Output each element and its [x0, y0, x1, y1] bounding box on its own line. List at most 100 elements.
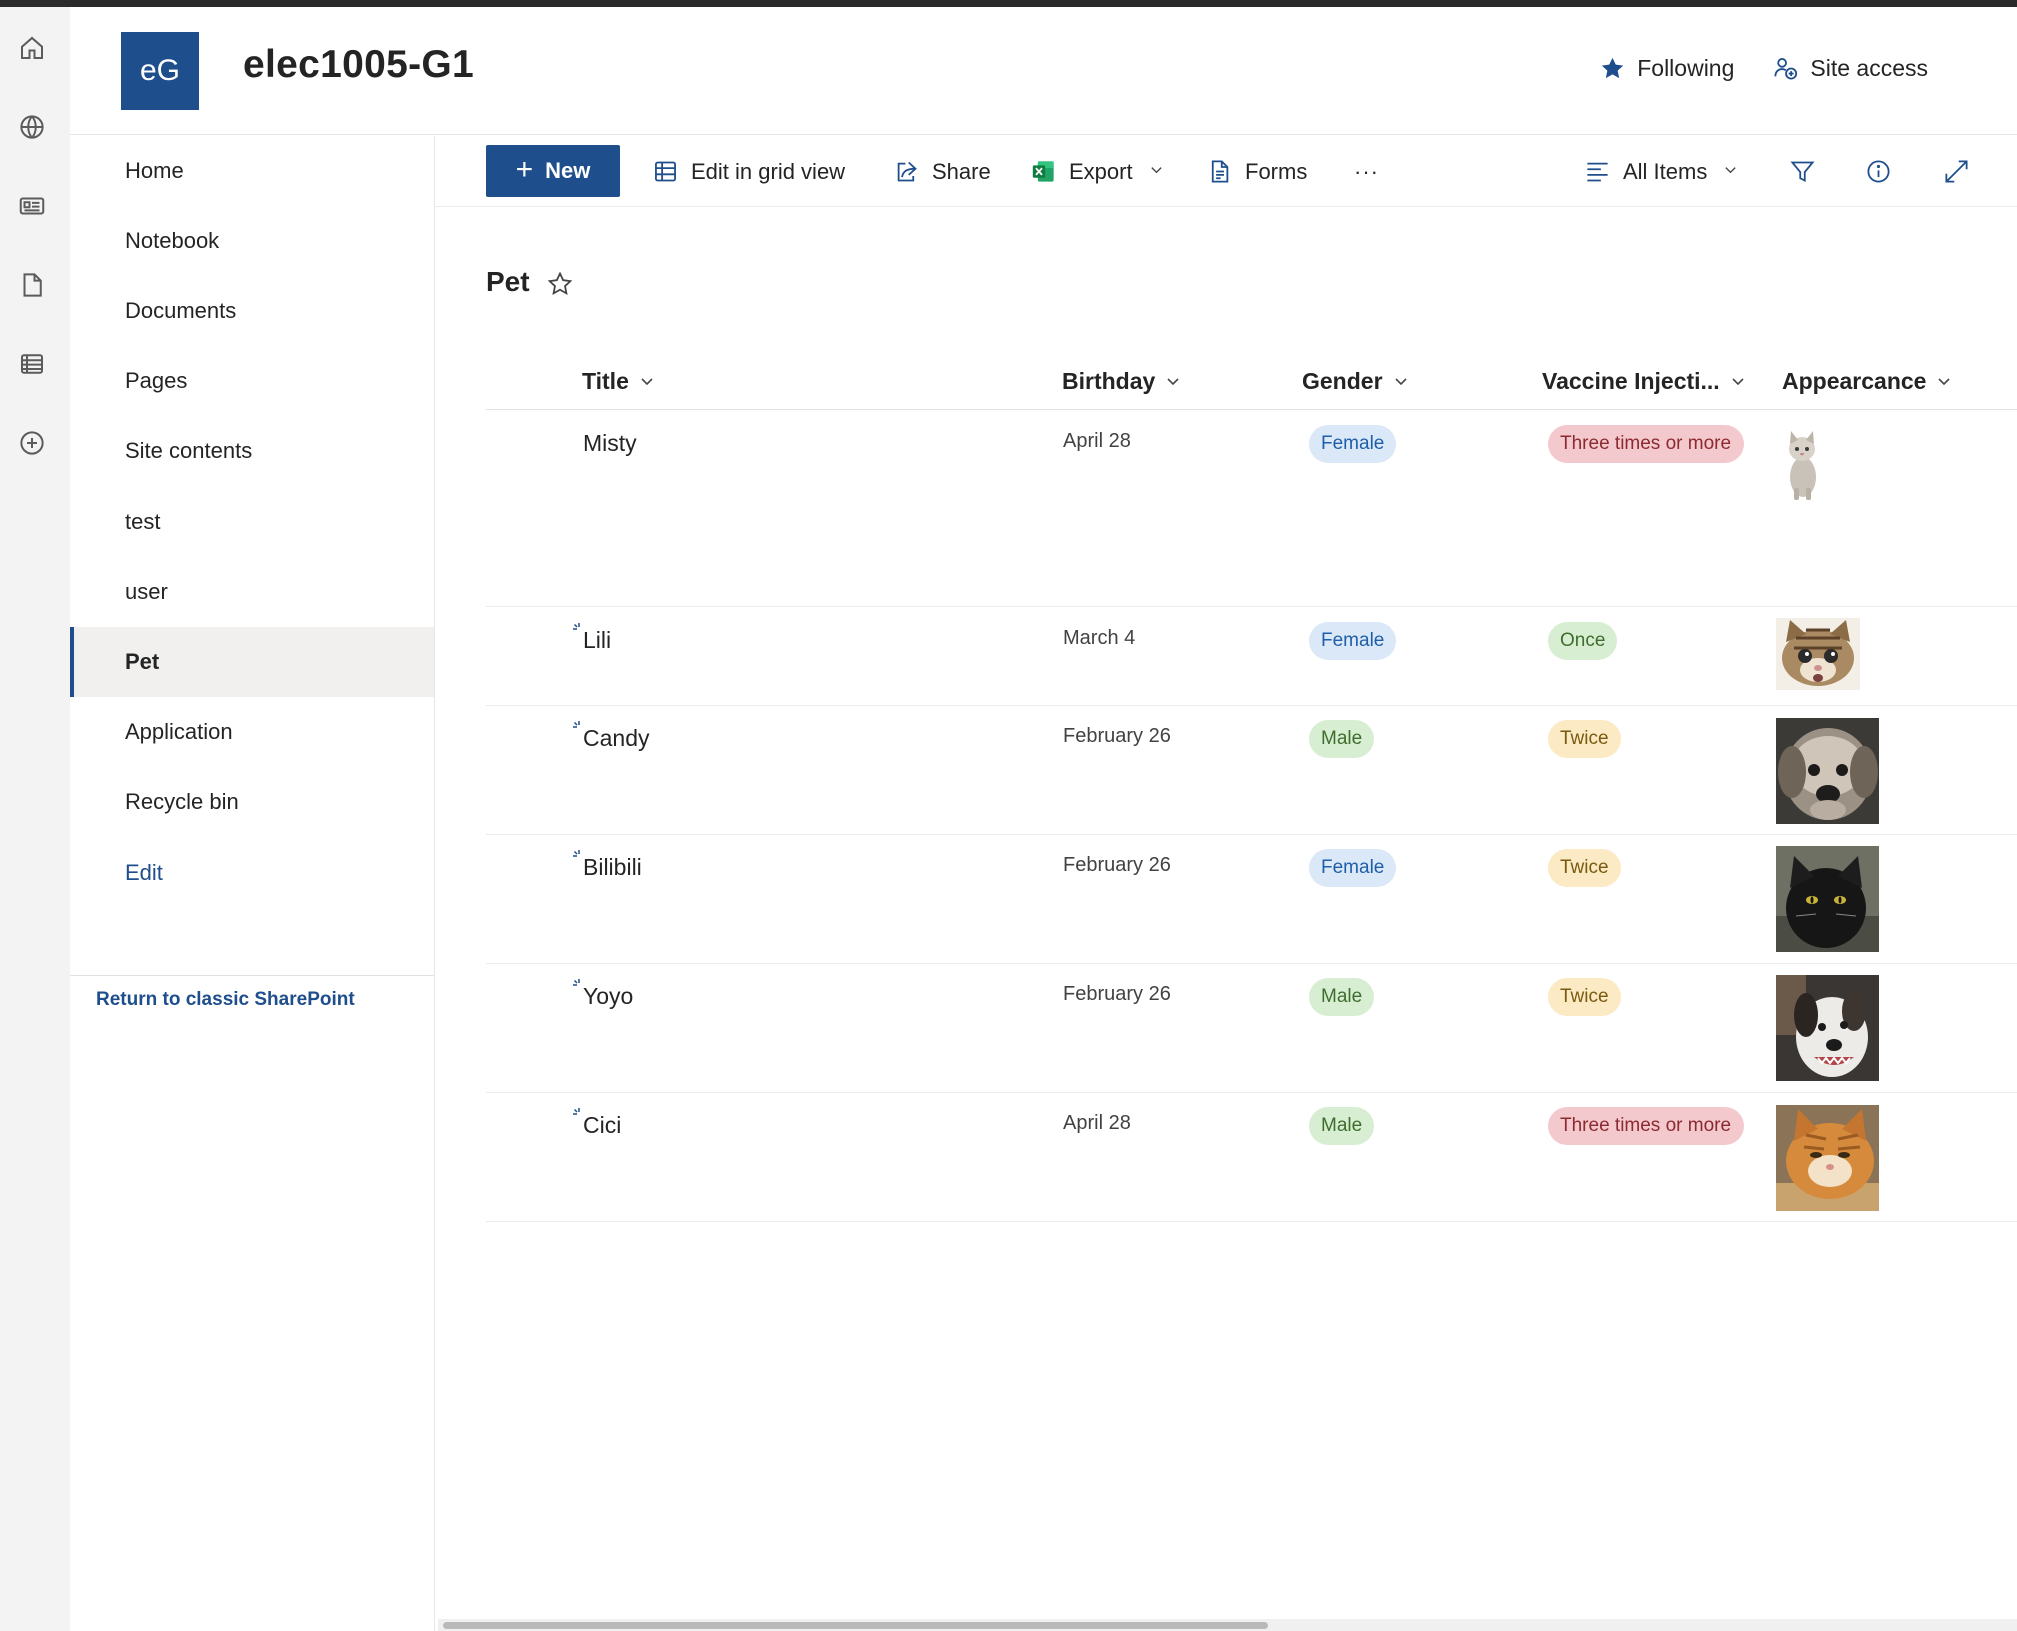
lists-icon[interactable] — [15, 347, 49, 381]
nav-item-documents[interactable]: Documents — [70, 276, 434, 346]
command-bar: + New Edit in grid view Share Export For… — [435, 136, 2017, 207]
nav-item-pages[interactable]: Pages — [70, 346, 434, 416]
edit-grid-view-button[interactable]: Edit in grid view — [652, 136, 845, 207]
site-logo[interactable]: eG — [121, 32, 199, 110]
nav-item-user[interactable]: user — [70, 557, 434, 627]
chevron-down-icon — [1723, 162, 1738, 182]
share-icon — [897, 161, 917, 182]
new-button[interactable]: + New — [486, 145, 620, 197]
row-title-link[interactable]: Bilibili — [583, 854, 642, 881]
create-plus-icon[interactable] — [15, 426, 49, 460]
tabby-kitten-photo[interactable] — [1776, 618, 1860, 690]
column-header-birthday[interactable]: Birthday — [1062, 360, 1181, 402]
row-birthday: April 28 — [1063, 430, 1131, 452]
news-icon[interactable] — [15, 189, 49, 223]
globe-icon[interactable] — [15, 110, 49, 144]
excel-icon — [1032, 161, 1054, 182]
row-birthday: February 26 — [1063, 725, 1171, 747]
vaccine-pill: Twice — [1548, 978, 1621, 1016]
forms-label: Forms — [1245, 158, 1308, 184]
column-birthday-label: Birthday — [1062, 367, 1156, 394]
star-outline-icon[interactable] — [546, 270, 574, 298]
expand-icon — [1945, 160, 1968, 183]
info-icon — [1867, 160, 1890, 183]
shaggy-dog-photo[interactable] — [1776, 718, 1879, 824]
following-label: Following — [1637, 55, 1735, 81]
chevron-down-icon — [1167, 378, 1179, 386]
expand-button[interactable] — [1943, 136, 1970, 207]
nav-item-recycle-bin[interactable]: Recycle bin — [70, 767, 434, 837]
following-button[interactable]: Following — [1599, 55, 1734, 82]
share-label: Share — [932, 158, 991, 184]
vaccine-pill: Three times or more — [1548, 425, 1744, 463]
table-row[interactable]: Yoyo February 26 Male Twice — [486, 964, 2017, 1093]
column-header-gender[interactable]: Gender — [1302, 360, 1409, 402]
view-list-icon — [1587, 162, 1608, 182]
table-row[interactable]: Lili March 4 Female Once — [486, 607, 2017, 706]
horizontal-scrollbar[interactable] — [438, 1619, 2017, 1631]
filter-button[interactable] — [1789, 136, 1816, 207]
view-selector[interactable]: All Items — [1584, 136, 1738, 207]
gender-pill: Female — [1309, 849, 1397, 887]
table-row[interactable]: Misty April 28 Female Three times or mor… — [486, 410, 2017, 607]
nav-item-site-contents[interactable]: Site contents — [70, 416, 434, 486]
row-title-link[interactable]: Misty — [583, 430, 637, 457]
more-options-button[interactable]: ··· — [1354, 136, 1379, 207]
nav-item-test[interactable]: test — [70, 487, 434, 557]
black-cat-photo[interactable] — [1776, 846, 1879, 952]
nav-item-home[interactable]: Home — [70, 136, 434, 206]
white-dog-photo[interactable] — [1776, 975, 1879, 1081]
gender-pill: Female — [1309, 622, 1397, 660]
row-title-link[interactable]: Yoyo — [583, 983, 633, 1010]
white-kitten-photo[interactable] — [1776, 422, 1826, 502]
left-navigation: Home Notebook Documents Pages Site conte… — [70, 136, 435, 1631]
column-vaccine-label: Vaccine Injecti... — [1542, 367, 1720, 394]
chevron-down-icon — [1732, 378, 1744, 386]
vaccine-pill: Twice — [1548, 720, 1621, 758]
row-title-link[interactable]: Candy — [583, 725, 649, 752]
site-title[interactable]: elec1005-G1 — [243, 43, 474, 87]
new-label: New — [545, 158, 591, 183]
column-header-title[interactable]: Title — [582, 360, 655, 402]
gender-pill: Male — [1309, 720, 1375, 758]
header-actions: Following Site access — [1599, 55, 1928, 82]
grid-icon — [655, 161, 676, 182]
gender-pill: Male — [1309, 978, 1375, 1016]
row-birthday: March 4 — [1063, 627, 1136, 649]
people-settings-icon — [1774, 58, 1798, 80]
nav-item-notebook[interactable]: Notebook — [70, 206, 434, 276]
export-button[interactable]: Export — [1030, 136, 1164, 207]
return-classic-link[interactable]: Return to classic SharePoint — [96, 989, 355, 1011]
export-label: Export — [1069, 158, 1133, 184]
table-row[interactable]: Bilibili February 26 Female Twice — [486, 835, 2017, 964]
scrollbar-thumb[interactable] — [443, 1622, 1268, 1629]
orange-cat-photo[interactable] — [1776, 1105, 1879, 1211]
document-icon[interactable] — [15, 268, 49, 302]
row-title-link[interactable]: Lili — [583, 627, 611, 654]
home-icon[interactable] — [15, 31, 49, 65]
nav-item-pet[interactable]: Pet — [70, 627, 434, 697]
site-access-button[interactable]: Site access — [1772, 55, 1928, 82]
column-appearance-label: Appearcance — [1782, 367, 1927, 394]
table-row[interactable]: Candy February 26 Male Twice — [486, 706, 2017, 835]
nav-divider — [70, 975, 434, 976]
chevron-down-icon — [1149, 162, 1164, 182]
chevron-down-icon — [1938, 378, 1951, 386]
column-header-appearance[interactable]: Appearcance — [1782, 360, 1952, 402]
vaccine-pill: Twice — [1548, 849, 1621, 887]
vaccine-pill: Once — [1548, 622, 1618, 660]
filter-icon — [1790, 161, 1815, 182]
list-title: Pet — [486, 266, 530, 297]
row-title-link[interactable]: Cici — [583, 1112, 621, 1139]
view-label: All Items — [1623, 158, 1708, 184]
top-edge-bar — [0, 0, 2017, 7]
info-button[interactable] — [1865, 136, 1892, 207]
nav-item-application[interactable]: Application — [70, 697, 434, 767]
row-birthday: April 28 — [1063, 1112, 1131, 1134]
gender-pill: Female — [1309, 425, 1397, 463]
forms-button[interactable]: Forms — [1206, 136, 1307, 207]
share-button[interactable]: Share — [893, 136, 991, 207]
table-row[interactable]: Cici April 28 Male Three times or more — [486, 1093, 2017, 1222]
nav-edit-link[interactable]: Edit — [70, 838, 434, 908]
column-header-vaccine[interactable]: Vaccine Injecti... — [1542, 360, 1746, 402]
